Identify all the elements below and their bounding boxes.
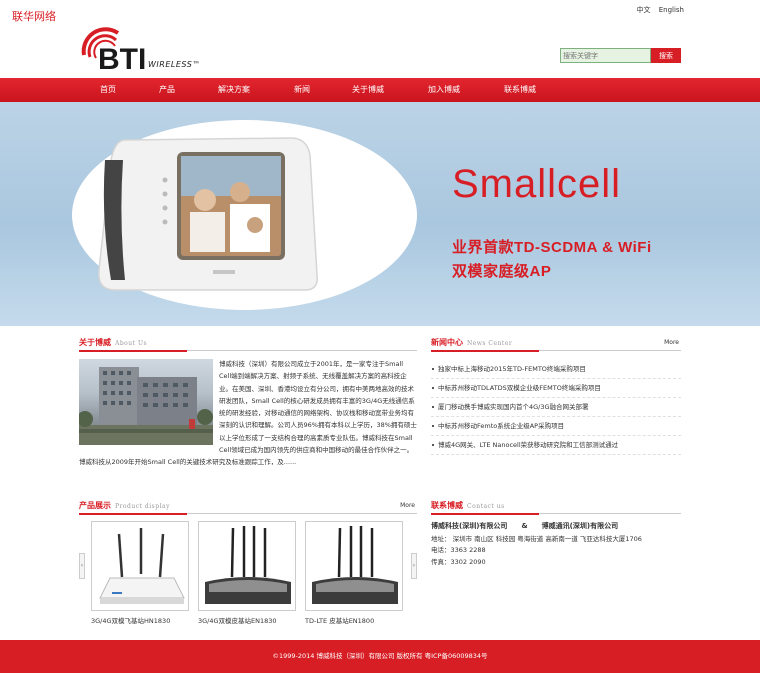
footer: ©1999-2014 博威科技（深圳）有限公司 版权所有 粤ICP备060098… xyxy=(0,640,760,673)
products-prev-arrow[interactable]: ‹ xyxy=(79,553,85,579)
contact-address: 地址： 深圳市 南山区 科技园 粤海街道 高新南一道 飞亚达科技大厦1706 xyxy=(431,534,642,543)
product-label[interactable]: 3G/4G双模皮基站EN1830 xyxy=(198,615,277,625)
nav-item-contact[interactable]: 联系博威 xyxy=(504,78,564,102)
lang-zh-link[interactable]: 中文 xyxy=(636,6,650,14)
product-card-1[interactable] xyxy=(91,521,189,611)
contact-info: 博威科技(深圳)有限公司 & 博威通讯(深圳)有限公司 地址： 深圳市 南山区 … xyxy=(431,521,681,568)
main-nav: 首页 产品 解决方案 新闻 关于博威 加入博威 联系博威 xyxy=(0,78,760,102)
lang-en-link[interactable]: English xyxy=(659,6,684,14)
site-logo[interactable]: BTI WIRELESS™ xyxy=(78,25,228,77)
title-underline xyxy=(79,513,187,515)
company-ampersand: & xyxy=(521,522,528,530)
news-section-title: 新闻中心 News Center More xyxy=(431,337,681,352)
products-section-title: 产品展示 Product display More xyxy=(79,500,417,515)
news-item[interactable]: 博威4G网关、LTE Nanocell荣获移动研究院和工信部测试通过 xyxy=(431,436,681,455)
news-item[interactable]: 厦门移动携手博威实现国内首个4G/3G融合网关部署 xyxy=(431,398,681,417)
news-list: 独家中标上海移动2015年TD-FEMTO终端采购项目 中标苏州移动TDLATD… xyxy=(431,360,681,455)
language-switcher: 中文 English xyxy=(630,5,684,15)
about-title-en: About Us xyxy=(115,340,148,347)
logo-tagline: WIRELESS™ xyxy=(148,60,201,69)
products-title-en: Product display xyxy=(115,503,170,510)
nav-item-join[interactable]: 加入博威 xyxy=(428,78,504,102)
watermark: 联华网络 xyxy=(12,10,56,23)
news-more-link[interactable]: More xyxy=(664,339,679,346)
contact-fax: 传真：3302 2090 xyxy=(431,557,486,566)
contact-phone: 电话：3363 2288 xyxy=(431,546,486,554)
nav-item-products[interactable]: 产品 xyxy=(159,78,218,102)
smallcell-device-image xyxy=(98,137,318,291)
company-name-2: 博威通讯(深圳)有限公司 xyxy=(541,522,619,530)
search-bar: 搜索 xyxy=(560,48,681,63)
logo-swoosh-icon: BTI xyxy=(81,27,146,76)
product-label[interactable]: TD-LTE 皮基站EN1800 xyxy=(305,615,374,625)
white-router-image xyxy=(99,528,185,604)
banner-headline: Smallcell xyxy=(452,162,622,206)
search-button[interactable]: 搜索 xyxy=(651,48,681,63)
company-name-1: 博威科技(深圳)有限公司 xyxy=(431,522,508,530)
products-title: 产品展示 xyxy=(79,501,111,510)
banner-subline-1: 业界首款TD-SCDMA & WiFi xyxy=(452,239,652,256)
nav-item-solutions[interactable]: 解决方案 xyxy=(218,78,294,102)
products-more-link[interactable]: More xyxy=(400,502,415,509)
products-next-arrow[interactable]: › xyxy=(411,553,417,579)
contact-title-en: Contact us xyxy=(467,503,505,510)
banner-subline-2: 双模家庭级AP xyxy=(452,263,552,280)
title-underline xyxy=(431,350,539,352)
news-item[interactable]: 独家中标上海移动2015年TD-FEMTO终端采购项目 xyxy=(431,360,681,379)
news-title: 新闻中心 xyxy=(431,338,463,347)
title-underline xyxy=(79,350,187,352)
product-card-2[interactable] xyxy=(198,521,296,611)
logo-bti-text: BTI xyxy=(98,43,146,76)
product-label[interactable]: 3G/4G双模飞基站HN1830 xyxy=(91,615,170,625)
contact-title: 联系博威 xyxy=(431,501,463,510)
footer-copyright: ©1999-2014 博威科技（深圳）有限公司 版权所有 粤ICP备060098… xyxy=(272,652,488,660)
news-item[interactable]: 中标苏州移动Femto系统企业级AP采购项目 xyxy=(431,417,681,436)
nav-item-home[interactable]: 首页 xyxy=(100,78,159,102)
nav-item-news[interactable]: 新闻 xyxy=(294,78,352,102)
contact-section-title: 联系博威 Contact us xyxy=(431,500,681,515)
hero-banner[interactable]: Smallcell 业界首款TD-SCDMA & WiFi 双模家庭级AP xyxy=(0,102,760,326)
product-card-3[interactable] xyxy=(305,521,403,611)
dark-router-image xyxy=(312,526,398,604)
dark-router-image xyxy=(205,526,291,604)
title-underline xyxy=(431,513,539,515)
about-section-title: 关于博威 About Us xyxy=(79,337,417,352)
news-title-en: News Center xyxy=(467,340,513,347)
about-text-block: 博威科技（深圳）有限公司成立于2001年，是一家专注于Small Cell端到端… xyxy=(79,358,417,469)
about-title: 关于博威 xyxy=(79,338,111,347)
nav-item-about[interactable]: 关于博威 xyxy=(352,78,428,102)
news-item[interactable]: 中标苏州移动TDLATDS双模企业级FEMTO终端采购项目 xyxy=(431,379,681,398)
search-input[interactable] xyxy=(560,48,651,63)
